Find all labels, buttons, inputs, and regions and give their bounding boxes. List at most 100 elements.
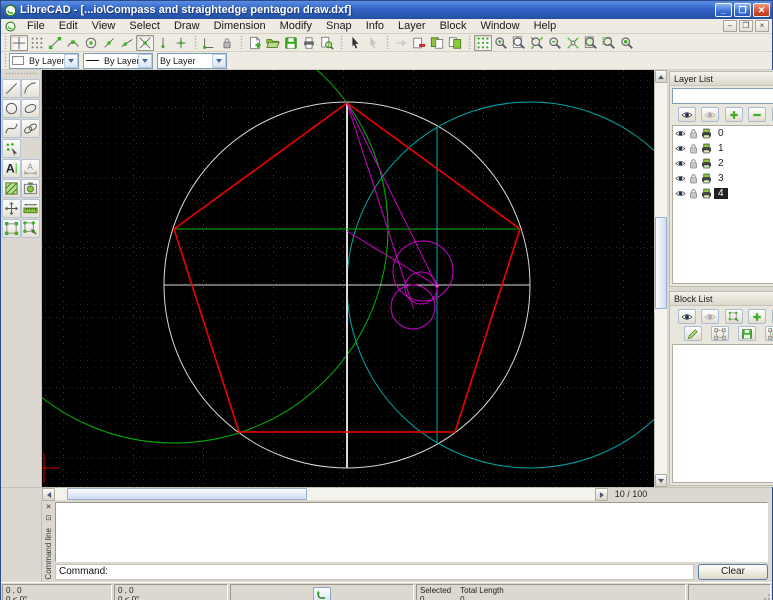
restrict-vertical-button[interactable] xyxy=(154,35,172,51)
draw-order-button[interactable] xyxy=(392,35,410,51)
layer-plus-button[interactable] xyxy=(725,107,743,122)
layer-list[interactable]: 01234 xyxy=(672,125,773,284)
block-file-save-button[interactable] xyxy=(738,326,756,341)
menu-dimension[interactable]: Dimension xyxy=(207,19,273,33)
snap-distance-button[interactable] xyxy=(118,35,136,51)
resize-grip[interactable] xyxy=(759,593,770,600)
block-eye-off-button[interactable] xyxy=(701,309,719,324)
layer-row-0[interactable]: 0 xyxy=(673,126,773,141)
menu-info[interactable]: Info xyxy=(359,19,391,33)
toolbar-grip[interactable] xyxy=(3,54,7,67)
window-close-button[interactable] xyxy=(410,35,428,51)
draw-spline-button[interactable] xyxy=(2,119,21,138)
draw-dimension-button[interactable]: A xyxy=(21,159,40,178)
snap-center-button[interactable] xyxy=(82,35,100,51)
grid-toggle-button[interactable] xyxy=(474,35,492,51)
command-dock-float-button[interactable]: ⊡ xyxy=(44,513,54,523)
toolbar-grip[interactable] xyxy=(239,36,243,49)
minimize-button[interactable]: _ xyxy=(715,3,732,17)
menu-edit[interactable]: Edit xyxy=(52,19,85,33)
canvas-horizontal-scrollbar[interactable] xyxy=(42,488,608,500)
dock-handle[interactable] xyxy=(5,72,37,75)
block-frame-button[interactable] xyxy=(711,326,729,341)
color-combo[interactable]: By Layer xyxy=(9,53,79,69)
zoom-page-button[interactable] xyxy=(510,35,528,51)
clear-button[interactable]: Clear xyxy=(698,564,768,580)
snap-intersection-button[interactable] xyxy=(136,35,154,51)
scroll-right-button[interactable] xyxy=(595,488,608,501)
block-eye-button[interactable] xyxy=(678,309,696,324)
block-list[interactable] xyxy=(672,344,773,483)
block-frame-add-button[interactable] xyxy=(765,326,773,341)
restrict-horizontal-button[interactable] xyxy=(172,35,190,51)
select-pointer-button[interactable] xyxy=(346,35,364,51)
draw-ellipse-button[interactable] xyxy=(21,99,40,118)
block-create-button[interactable] xyxy=(2,219,21,238)
zoom-in-button[interactable] xyxy=(492,35,510,51)
window-cascade-button[interactable] xyxy=(428,35,446,51)
snap-on-entity-button[interactable] xyxy=(64,35,82,51)
command-input[interactable] xyxy=(112,566,693,578)
zoom-window-button[interactable] xyxy=(600,35,618,51)
snap-free-button[interactable] xyxy=(10,35,28,51)
canvas-vertical-scrollbar[interactable] xyxy=(654,70,667,487)
scroll-down-button[interactable] xyxy=(655,474,667,487)
menu-select[interactable]: Select xyxy=(122,19,167,33)
draw-circle-button[interactable] xyxy=(2,99,21,118)
toolbar-grip[interactable] xyxy=(3,36,7,49)
chevron-down-icon[interactable] xyxy=(64,54,78,68)
vscroll-track[interactable] xyxy=(655,83,667,474)
deselect-pointer-button[interactable] xyxy=(364,35,382,51)
block-pen-button[interactable] xyxy=(684,326,702,341)
layer-eye-off-button[interactable] xyxy=(701,107,719,122)
layer-filter-input[interactable] xyxy=(672,88,773,104)
mdi-close-button[interactable]: × xyxy=(755,20,769,32)
zoom-out-button[interactable] xyxy=(546,35,564,51)
title-bar[interactable]: LibreCAD - [...io\Compass and straighted… xyxy=(1,1,772,19)
menu-window[interactable]: Window xyxy=(473,19,526,33)
coordinate-mode-button[interactable] xyxy=(313,587,331,600)
menu-layer[interactable]: Layer xyxy=(391,19,433,33)
scroll-up-button[interactable] xyxy=(655,70,667,83)
block-block-small-button[interactable] xyxy=(725,309,743,324)
menu-file[interactable]: File xyxy=(20,19,52,33)
measure-distance-button[interactable] xyxy=(21,199,40,218)
command-history[interactable] xyxy=(55,502,768,562)
hscroll-thumb[interactable] xyxy=(67,488,307,500)
draw-mtext-button[interactable]: A xyxy=(2,159,21,178)
draw-arc-button[interactable] xyxy=(21,79,40,98)
block-panel-titlebar[interactable]: Block List ⊡✕ xyxy=(670,292,773,306)
menu-view[interactable]: View xyxy=(85,19,123,33)
toolbar-grip[interactable] xyxy=(193,36,197,49)
menu-help[interactable]: Help xyxy=(527,19,564,33)
menu-snap[interactable]: Snap xyxy=(319,19,359,33)
hscroll-track[interactable] xyxy=(55,488,595,500)
chevron-down-icon[interactable] xyxy=(138,54,152,68)
layer-minus-button[interactable] xyxy=(748,107,766,122)
mdi-minimize-button[interactable]: – xyxy=(723,20,737,32)
drawing-canvas[interactable] xyxy=(42,70,654,487)
vscroll-thumb[interactable] xyxy=(655,217,667,309)
layer-panel-titlebar[interactable]: Layer List ⊡✕ xyxy=(670,72,773,86)
layer-row-3[interactable]: 3 xyxy=(673,171,773,186)
file-new-button[interactable] xyxy=(246,35,264,51)
layer-row-4[interactable]: 4 xyxy=(673,186,773,201)
block-plus-button[interactable] xyxy=(748,309,766,324)
chevron-down-icon[interactable] xyxy=(212,54,226,68)
layer-eye-button[interactable] xyxy=(678,107,696,122)
snap-endpoint-button[interactable] xyxy=(46,35,64,51)
zoom-auto-button[interactable] xyxy=(528,35,546,51)
width-combo[interactable]: By Layer xyxy=(83,53,153,69)
draw-point-button[interactable] xyxy=(2,139,21,158)
linetype-combo[interactable]: By Layer xyxy=(157,53,227,69)
layer-row-2[interactable]: 2 xyxy=(673,156,773,171)
zoom-redraw-button[interactable] xyxy=(582,35,600,51)
mdi-restore-button[interactable]: ❐ xyxy=(739,20,753,32)
toolbar-grip[interactable] xyxy=(385,36,389,49)
draw-image-button[interactable] xyxy=(21,179,40,198)
menu-draw[interactable]: Draw xyxy=(167,19,207,33)
window-new-button[interactable] xyxy=(446,35,464,51)
snap-middle-button[interactable] xyxy=(100,35,118,51)
draw-polyline-button[interactable] xyxy=(21,119,40,138)
command-dock-close-button[interactable]: ✕ xyxy=(44,502,54,512)
